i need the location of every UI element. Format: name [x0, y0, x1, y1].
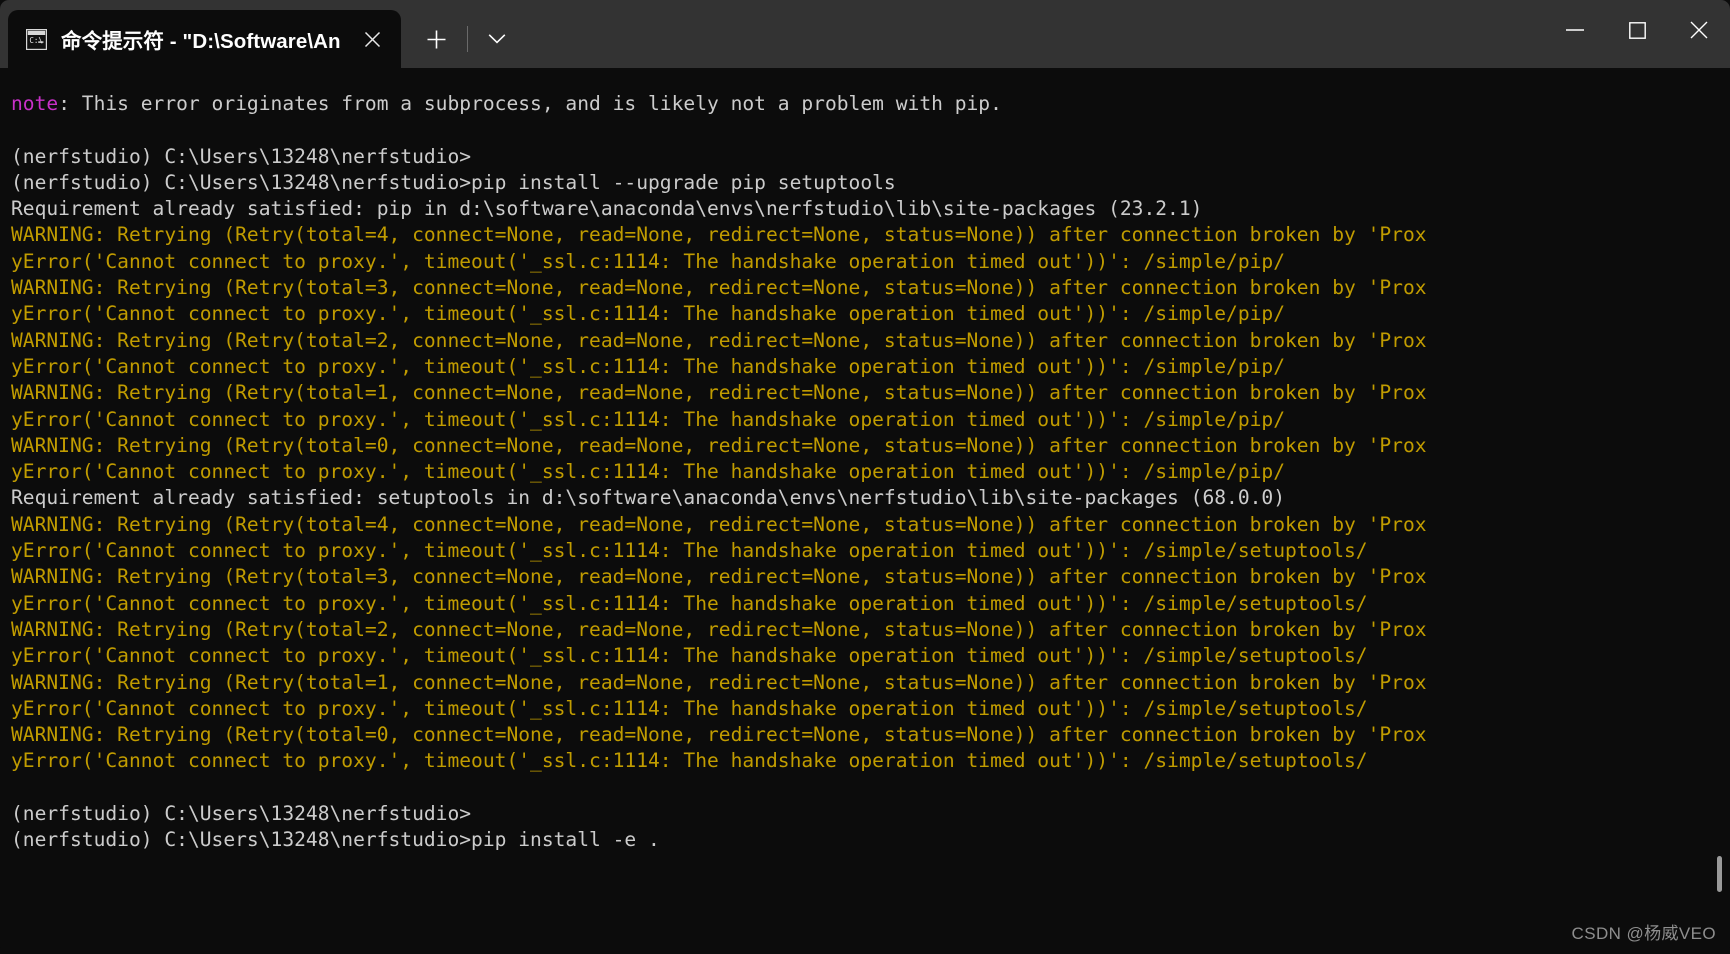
- window-drag-region: [520, 0, 1544, 68]
- terminal-line: yError('Cannot connect to proxy.', timeo…: [11, 591, 1730, 617]
- tab-title: 命令提示符 - "D:\Software\An: [61, 24, 341, 54]
- terminal-line: WARNING: Retrying (Retry(total=3, connec…: [11, 275, 1730, 301]
- terminal-output: note: This error originates from a subpr…: [11, 91, 1730, 854]
- maximize-button[interactable]: [1606, 0, 1668, 60]
- terminal-line: WARNING: Retrying (Retry(total=1, connec…: [11, 670, 1730, 696]
- terminal-line: WARNING: Retrying (Retry(total=2, connec…: [11, 328, 1730, 354]
- window-controls: [1544, 0, 1730, 68]
- terminal-line: Requirement already satisfied: pip in d:…: [11, 196, 1730, 222]
- cmd-console-icon: C:\: [26, 29, 47, 50]
- chevron-down-icon[interactable]: [474, 15, 520, 63]
- terminal-line: note: This error originates from a subpr…: [11, 91, 1730, 117]
- terminal-line: [11, 117, 1730, 143]
- terminal-line: (nerfstudio) C:\Users\13248\nerfstudio>: [11, 144, 1730, 170]
- terminal-window: C:\ 命令提示符 - "D:\Software\An: [0, 0, 1730, 954]
- terminal-line: yError('Cannot connect to proxy.', timeo…: [11, 748, 1730, 774]
- terminal-line: (nerfstudio) C:\Users\13248\nerfstudio>: [11, 801, 1730, 827]
- terminal-line: yError('Cannot connect to proxy.', timeo…: [11, 696, 1730, 722]
- terminal-tab[interactable]: C:\ 命令提示符 - "D:\Software\An: [8, 10, 401, 68]
- tabbar-divider: [467, 26, 468, 52]
- terminal-line: WARNING: Retrying (Retry(total=4, connec…: [11, 222, 1730, 248]
- terminal-line-segment: : This error originates from a subproces…: [58, 92, 1002, 115]
- terminal-line: yError('Cannot connect to proxy.', timeo…: [11, 459, 1730, 485]
- close-tab-icon[interactable]: [351, 17, 395, 61]
- terminal-line: WARNING: Retrying (Retry(total=1, connec…: [11, 380, 1730, 406]
- close-button[interactable]: [1668, 0, 1730, 60]
- terminal-line: [11, 775, 1730, 801]
- terminal-line: WARNING: Retrying (Retry(total=3, connec…: [11, 564, 1730, 590]
- terminal-scrollbar[interactable]: [1714, 68, 1724, 954]
- tab-strip: C:\ 命令提示符 - "D:\Software\An: [0, 0, 1544, 68]
- terminal-line: yError('Cannot connect to proxy.', timeo…: [11, 643, 1730, 669]
- watermark-label: CSDN @杨威VEO: [1572, 919, 1716, 944]
- terminal-line: WARNING: Retrying (Retry(total=0, connec…: [11, 433, 1730, 459]
- terminal-line: yError('Cannot connect to proxy.', timeo…: [11, 249, 1730, 275]
- title-bar: C:\ 命令提示符 - "D:\Software\An: [0, 0, 1730, 68]
- terminal-line-segment: note: [11, 92, 58, 115]
- terminal-line: WARNING: Retrying (Retry(total=0, connec…: [11, 722, 1730, 748]
- terminal-line: yError('Cannot connect to proxy.', timeo…: [11, 538, 1730, 564]
- terminal-line: WARNING: Retrying (Retry(total=2, connec…: [11, 617, 1730, 643]
- terminal-line: Requirement already satisfied: setuptool…: [11, 485, 1730, 511]
- new-tab-button[interactable]: [413, 15, 461, 63]
- terminal-pane[interactable]: note: This error originates from a subpr…: [0, 68, 1730, 954]
- terminal-line: WARNING: Retrying (Retry(total=4, connec…: [11, 512, 1730, 538]
- terminal-line: yError('Cannot connect to proxy.', timeo…: [11, 354, 1730, 380]
- scrollbar-thumb[interactable]: [1717, 856, 1722, 892]
- terminal-line: yError('Cannot connect to proxy.', timeo…: [11, 301, 1730, 327]
- terminal-line: (nerfstudio) C:\Users\13248\nerfstudio>p…: [11, 827, 1730, 853]
- svg-text:C:\: C:\: [29, 36, 43, 45]
- terminal-line: (nerfstudio) C:\Users\13248\nerfstudio>p…: [11, 170, 1730, 196]
- terminal-line: yError('Cannot connect to proxy.', timeo…: [11, 407, 1730, 433]
- minimize-button[interactable]: [1544, 0, 1606, 60]
